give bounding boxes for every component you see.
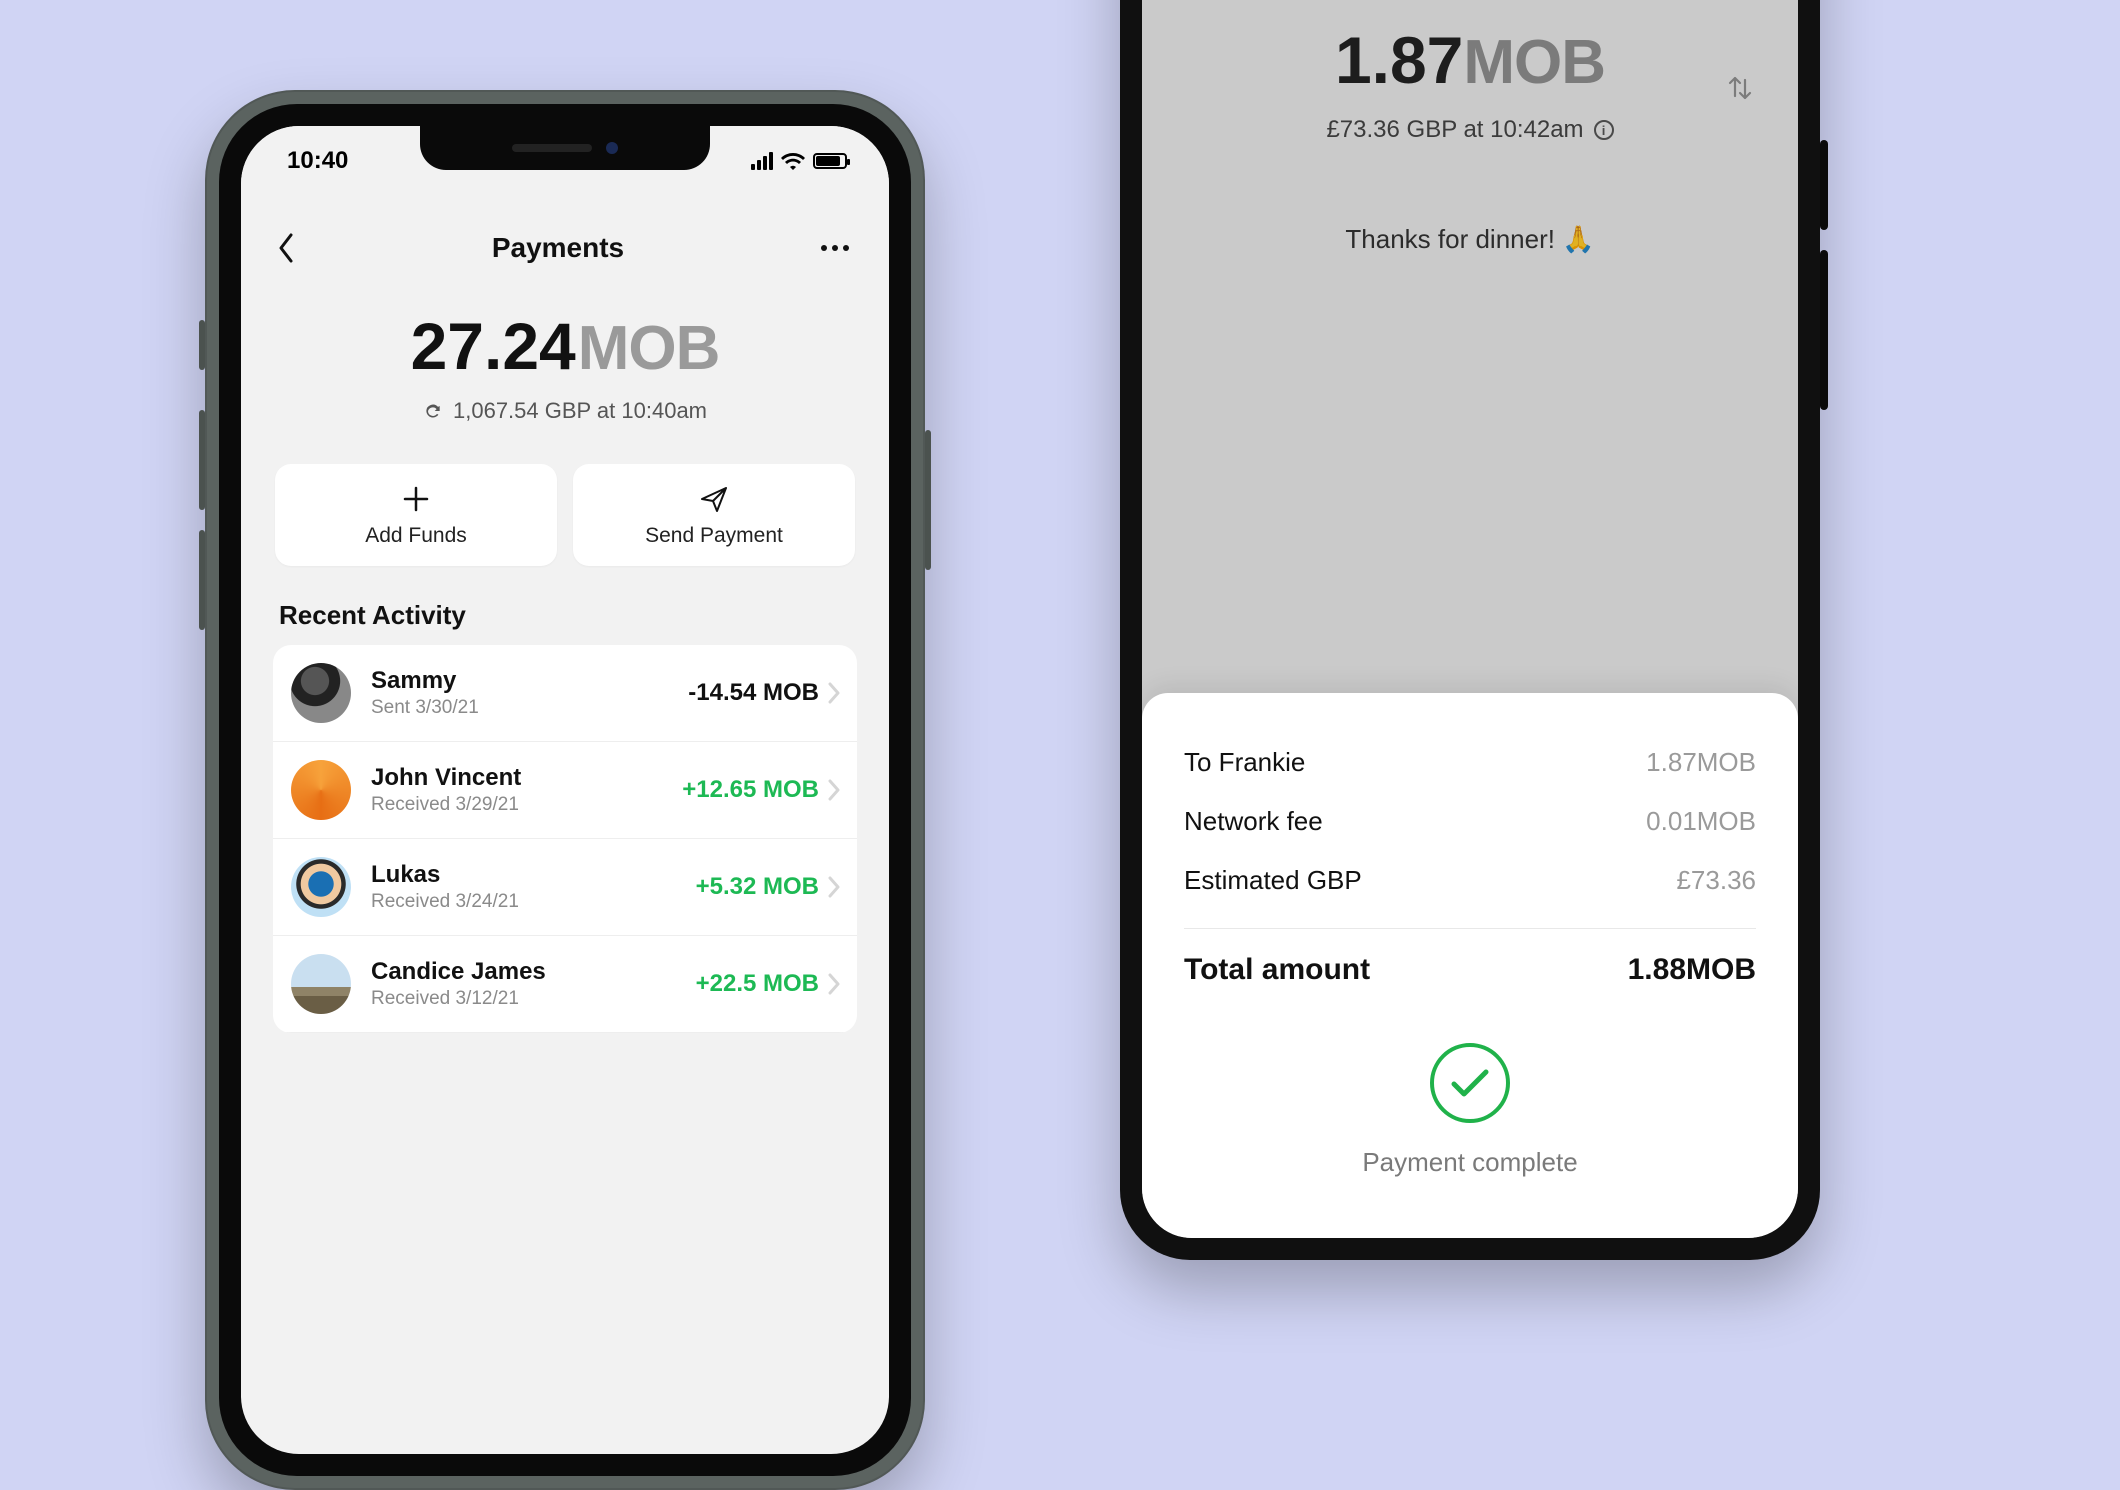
summary-key: Network fee bbox=[1184, 806, 1323, 837]
activity-list: Sammy Sent 3/30/21 -14.54 MOB John Vince… bbox=[273, 645, 857, 1033]
phone-left-bezel: 10:40 Payments 27.24MOB 1,06 bbox=[219, 104, 911, 1476]
activity-sub: Received 3/29/21 bbox=[371, 794, 682, 816]
app-content: Payments 27.24MOB 1,067.54 GBP at 10:40a… bbox=[253, 206, 877, 1033]
refresh-icon[interactable] bbox=[423, 401, 443, 421]
phone-left-frame: 10:40 Payments 27.24MOB 1,06 bbox=[205, 90, 925, 1490]
chevron-right-icon bbox=[827, 682, 841, 704]
summary-row: Estimated GBP £73.36 bbox=[1184, 851, 1756, 910]
phone-right-frame: 1.87MOB £73.36 GBP at 10:42am i Thanks f… bbox=[1120, 0, 1820, 1260]
summary-key: To Frankie bbox=[1184, 747, 1305, 778]
summary-value: 1.87MOB bbox=[1646, 747, 1756, 778]
avatar bbox=[291, 954, 351, 1014]
status-icons bbox=[751, 152, 847, 170]
summary-value: £73.36 bbox=[1676, 865, 1756, 896]
total-value: 1.88MOB bbox=[1628, 953, 1756, 987]
action-row: Add Funds Send Payment bbox=[253, 434, 877, 600]
app-header: Payments bbox=[253, 206, 877, 282]
checkmark-icon bbox=[1450, 1068, 1490, 1098]
payment-summary-sheet: To Frankie 1.87MOB Network fee 0.01MOB E… bbox=[1142, 693, 1798, 1238]
balance-amount: 27.24 bbox=[411, 309, 576, 383]
battery-icon bbox=[813, 153, 847, 169]
activity-amount: +5.32 MOB bbox=[696, 873, 819, 901]
activity-name: Lukas bbox=[371, 861, 696, 889]
activity-row[interactable]: Lukas Received 3/24/21 +5.32 MOB bbox=[273, 839, 857, 936]
balance-sub-text: 1,067.54 GBP at 10:40am bbox=[453, 398, 707, 424]
activity-amount: +12.65 MOB bbox=[682, 776, 819, 804]
balance-block: 27.24MOB 1,067.54 GBP at 10:40am bbox=[253, 282, 877, 434]
activity-amount: +22.5 MOB bbox=[696, 970, 819, 998]
cellular-icon bbox=[751, 152, 773, 170]
phone-side-button-2 bbox=[1820, 250, 1828, 410]
chevron-right-icon bbox=[827, 973, 841, 995]
phone-silent-switch bbox=[199, 320, 205, 370]
activity-sub: Received 3/24/21 bbox=[371, 891, 696, 913]
summary-value: 0.01MOB bbox=[1646, 806, 1756, 837]
success-indicator bbox=[1184, 1043, 1756, 1123]
add-funds-label: Add Funds bbox=[365, 524, 467, 548]
activity-name: Candice James bbox=[371, 958, 696, 986]
divider bbox=[1184, 928, 1756, 929]
phone-volume-up bbox=[199, 410, 205, 510]
page-title: Payments bbox=[492, 232, 624, 264]
avatar bbox=[291, 760, 351, 820]
chevron-right-icon bbox=[827, 779, 841, 801]
speaker-grille bbox=[512, 144, 592, 152]
summary-row: To Frankie 1.87MOB bbox=[1184, 733, 1756, 792]
payment-complete-text: Payment complete bbox=[1184, 1147, 1756, 1178]
activity-row[interactable]: John Vincent Received 3/29/21 +12.65 MOB bbox=[273, 742, 857, 839]
activity-row-main: Sammy Sent 3/30/21 bbox=[371, 667, 688, 719]
recent-activity-heading: Recent Activity bbox=[253, 600, 877, 645]
summary-total-row: Total amount 1.88MOB bbox=[1184, 939, 1756, 1001]
activity-sub: Received 3/12/21 bbox=[371, 988, 696, 1010]
phone-notch bbox=[420, 126, 710, 170]
phone-side-button-1 bbox=[1820, 140, 1828, 230]
activity-row-main: Lukas Received 3/24/21 bbox=[371, 861, 696, 913]
activity-row[interactable]: Sammy Sent 3/30/21 -14.54 MOB bbox=[273, 645, 857, 742]
summary-row: Network fee 0.01MOB bbox=[1184, 792, 1756, 851]
activity-amount: -14.54 MOB bbox=[688, 679, 819, 707]
back-button[interactable] bbox=[277, 233, 295, 263]
summary-key: Estimated GBP bbox=[1184, 865, 1362, 896]
send-payment-label: Send Payment bbox=[645, 524, 783, 548]
activity-row-main: Candice James Received 3/12/21 bbox=[371, 958, 696, 1010]
paper-plane-icon bbox=[699, 484, 729, 514]
phone-volume-down bbox=[199, 530, 205, 630]
check-circle-icon bbox=[1430, 1043, 1510, 1123]
plus-icon bbox=[401, 484, 431, 514]
phone-left-screen: 10:40 Payments 27.24MOB 1,06 bbox=[241, 126, 889, 1454]
activity-row[interactable]: Candice James Received 3/12/21 +22.5 MOB bbox=[273, 936, 857, 1033]
phone-power-button bbox=[925, 430, 931, 570]
balance-subline: 1,067.54 GBP at 10:40am bbox=[253, 398, 877, 424]
total-key: Total amount bbox=[1184, 953, 1370, 987]
avatar bbox=[291, 857, 351, 917]
avatar bbox=[291, 663, 351, 723]
activity-name: John Vincent bbox=[371, 764, 682, 792]
activity-row-main: John Vincent Received 3/29/21 bbox=[371, 764, 682, 816]
activity-sub: Sent 3/30/21 bbox=[371, 697, 688, 719]
more-button[interactable] bbox=[821, 245, 849, 251]
balance-currency: MOB bbox=[578, 314, 720, 383]
activity-name: Sammy bbox=[371, 667, 688, 695]
chevron-right-icon bbox=[827, 876, 841, 898]
wifi-icon bbox=[781, 152, 805, 170]
send-payment-button[interactable]: Send Payment bbox=[573, 464, 855, 566]
phone-right-screen: 1.87MOB £73.36 GBP at 10:42am i Thanks f… bbox=[1142, 0, 1798, 1238]
status-time: 10:40 bbox=[287, 147, 348, 175]
add-funds-button[interactable]: Add Funds bbox=[275, 464, 557, 566]
front-camera bbox=[606, 142, 618, 154]
